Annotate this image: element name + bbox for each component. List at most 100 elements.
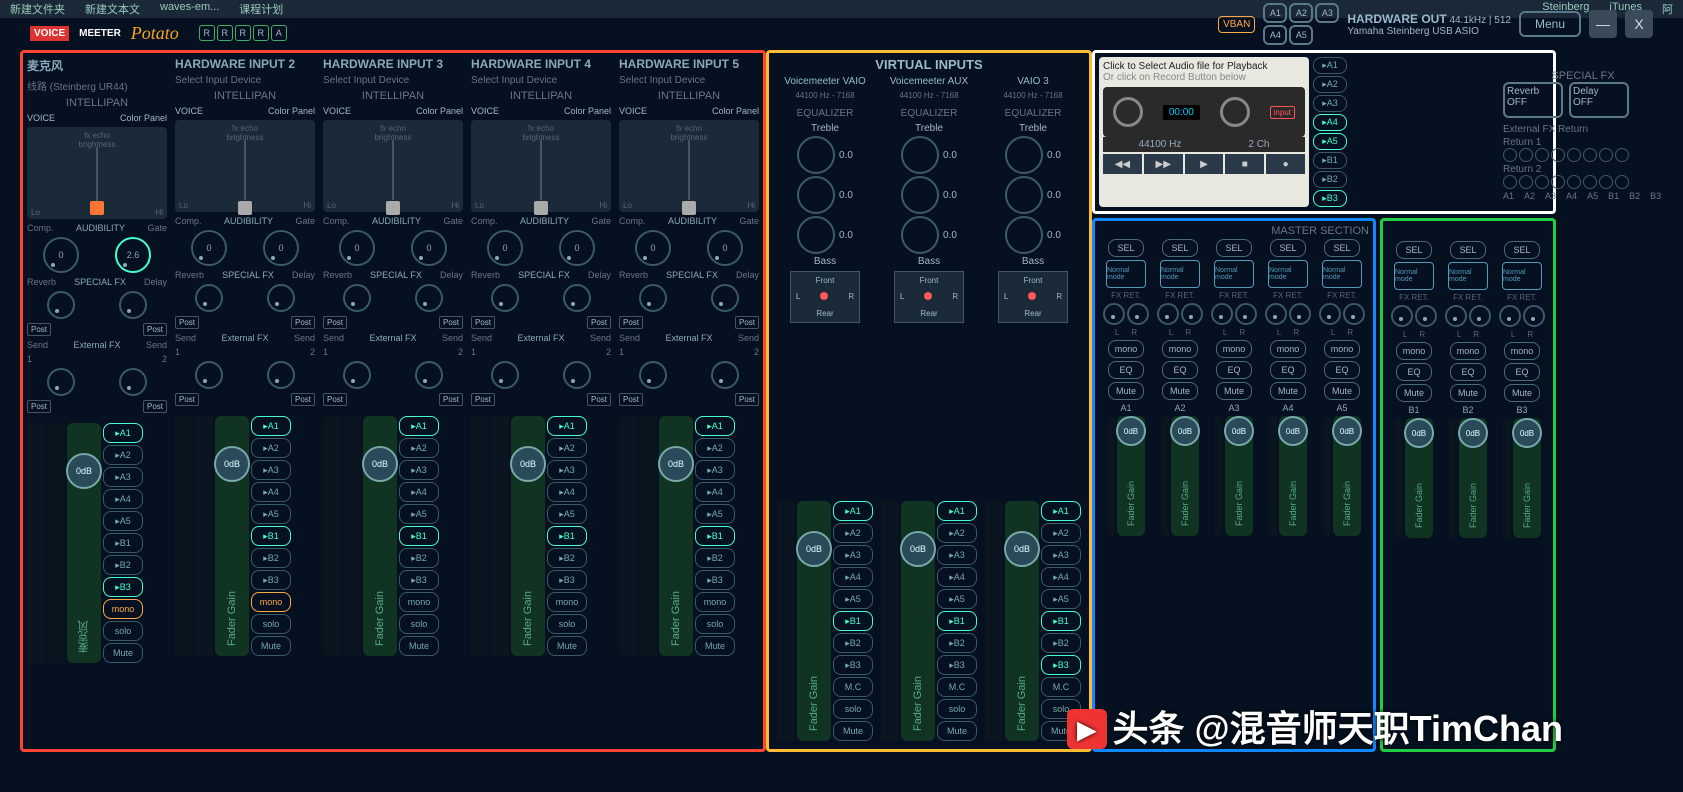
return-knob[interactable]: [1551, 175, 1565, 189]
solo-button[interactable]: solo: [695, 614, 735, 634]
fxret-knob-l[interactable]: [1265, 303, 1287, 325]
sel-button[interactable]: SEL: [1108, 239, 1144, 257]
mute-button[interactable]: Mute: [1108, 382, 1144, 400]
route-a5[interactable]: ▸A5: [399, 504, 439, 524]
strip-device[interactable]: Select Input Device: [175, 75, 315, 86]
fader-cap[interactable]: 0dB: [66, 453, 102, 489]
forward-button[interactable]: ▶▶: [1144, 154, 1183, 174]
route-b1[interactable]: ▸B1: [103, 533, 143, 553]
route-b1[interactable]: ▸B1: [833, 611, 873, 631]
strip-title[interactable]: HARDWARE INPUT 4: [471, 57, 611, 71]
r-button[interactable]: R: [253, 25, 269, 41]
mode-button[interactable]: Normal mode: [1214, 260, 1254, 288]
gain-fader[interactable]: 0dB Fader Gain: [1279, 416, 1307, 536]
fxret-knob-r[interactable]: [1415, 305, 1437, 327]
route-b2[interactable]: ▸B2: [1041, 633, 1081, 653]
color-panel-link[interactable]: Color Panel: [712, 106, 759, 116]
solo-button[interactable]: solo: [251, 614, 291, 634]
intellipan-pad[interactable]: fx echo brightness Lo Hi: [323, 120, 463, 212]
route-a2[interactable]: ▸A2: [833, 523, 873, 543]
route-a4[interactable]: ▸A4: [399, 482, 439, 502]
treble-knob[interactable]: [797, 136, 835, 174]
route-b1[interactable]: ▸B1: [1041, 611, 1081, 631]
mute-button[interactable]: Mute: [833, 721, 873, 741]
send2-knob[interactable]: [119, 368, 147, 396]
gain-fader[interactable]: 0dB Fader Gain: [1117, 416, 1145, 536]
color-panel-link[interactable]: Color Panel: [268, 106, 315, 116]
route-a2[interactable]: ▸A2: [103, 445, 143, 465]
eq-button[interactable]: EQ: [1450, 363, 1486, 381]
surround-pad[interactable]: Front LR Rear: [998, 271, 1068, 323]
send1-knob[interactable]: [639, 361, 667, 389]
solo-button[interactable]: solo: [399, 614, 439, 634]
strip-title[interactable]: HARDWARE INPUT 3: [323, 57, 463, 71]
return-knob[interactable]: [1519, 175, 1533, 189]
mono-button[interactable]: mono: [103, 599, 143, 619]
return-knob[interactable]: [1599, 175, 1613, 189]
mode-button[interactable]: Normal mode: [1106, 260, 1146, 288]
mono-button[interactable]: mono: [547, 592, 587, 612]
mono-button[interactable]: mono: [1216, 340, 1252, 358]
send1-knob[interactable]: [195, 361, 223, 389]
strip-device[interactable]: Select Input Device: [323, 75, 463, 86]
color-panel-link[interactable]: Color Panel: [120, 113, 167, 123]
mode-button[interactable]: Normal mode: [1160, 260, 1200, 288]
reverb-button[interactable]: ReverbOFF: [1503, 82, 1563, 118]
vin-title[interactable]: VAIO 3: [1017, 76, 1049, 87]
vban-button[interactable]: VBAN: [1218, 16, 1255, 33]
fxret-knob-l[interactable]: [1445, 305, 1467, 327]
reverb-knob[interactable]: [639, 284, 667, 312]
recorder-input-badge[interactable]: input: [1270, 106, 1295, 119]
gain-fader[interactable]: 0dB Fader Gain: [511, 416, 545, 656]
fxret-knob-r[interactable]: [1289, 303, 1311, 325]
route-b1[interactable]: ▸B1: [937, 611, 977, 631]
route-b3[interactable]: ▸B3: [103, 577, 143, 597]
patch-a2[interactable]: A2: [1289, 3, 1313, 23]
route-a5[interactable]: ▸A5: [695, 504, 735, 524]
sel-button[interactable]: SEL: [1216, 239, 1252, 257]
mid-knob[interactable]: [901, 176, 939, 214]
route-b3[interactable]: ▸B3: [833, 655, 873, 675]
mono-button[interactable]: mono: [1504, 342, 1540, 360]
route-b2[interactable]: ▸B2: [399, 548, 439, 568]
route-a1[interactable]: ▸A1: [399, 416, 439, 436]
return-knob[interactable]: [1615, 175, 1629, 189]
rec-route-b3[interactable]: ▸B3: [1313, 190, 1347, 207]
rec-route-b2[interactable]: ▸B2: [1313, 171, 1347, 188]
post-toggle[interactable]: Post: [619, 393, 643, 406]
gain-fader[interactable]: 0dB Fader Gain: [1171, 416, 1199, 536]
taskbar-item[interactable]: 课程计划: [239, 1, 283, 17]
route-a2[interactable]: ▸A2: [937, 523, 977, 543]
route-a5[interactable]: ▸A5: [833, 589, 873, 609]
fxret-knob-l[interactable]: [1211, 303, 1233, 325]
gain-fader[interactable]: 0dB Fader Gain: [797, 501, 831, 741]
post-toggle[interactable]: Post: [323, 393, 347, 406]
route-a2[interactable]: ▸A2: [399, 438, 439, 458]
gate-knob[interactable]: 2.6: [115, 237, 151, 273]
gain-fader[interactable]: 0dB Fader Gain: [1513, 418, 1541, 538]
a-button[interactable]: A: [271, 25, 287, 41]
gain-fader[interactable]: 0dB 麦克风: [67, 423, 101, 663]
mute-button[interactable]: Mute: [1396, 384, 1432, 402]
taskbar-item[interactable]: 新建文本文: [85, 1, 140, 17]
mode-button[interactable]: Normal mode: [1394, 262, 1434, 290]
mode-button[interactable]: Normal mode: [1448, 262, 1488, 290]
route-a1[interactable]: ▸A1: [103, 423, 143, 443]
route-a2[interactable]: ▸A2: [695, 438, 735, 458]
send2-knob[interactable]: [563, 361, 591, 389]
route-b3[interactable]: ▸B3: [1041, 655, 1081, 675]
route-b2[interactable]: ▸B2: [833, 633, 873, 653]
sel-button[interactable]: SEL: [1162, 239, 1198, 257]
post-toggle[interactable]: Post: [27, 400, 51, 413]
comp-knob[interactable]: 0: [635, 230, 671, 266]
mute-button[interactable]: Mute: [1504, 384, 1540, 402]
route-a1[interactable]: ▸A1: [1041, 501, 1081, 521]
bass-knob[interactable]: [797, 216, 835, 254]
patch-a3[interactable]: A3: [1315, 3, 1339, 23]
delay-knob[interactable]: [415, 284, 443, 312]
route-b1[interactable]: ▸B1: [399, 526, 439, 546]
gain-fader[interactable]: 0dB Fader Gain: [363, 416, 397, 656]
fxret-knob-l[interactable]: [1319, 303, 1341, 325]
return-knob[interactable]: [1615, 148, 1629, 162]
return-knob[interactable]: [1567, 148, 1581, 162]
